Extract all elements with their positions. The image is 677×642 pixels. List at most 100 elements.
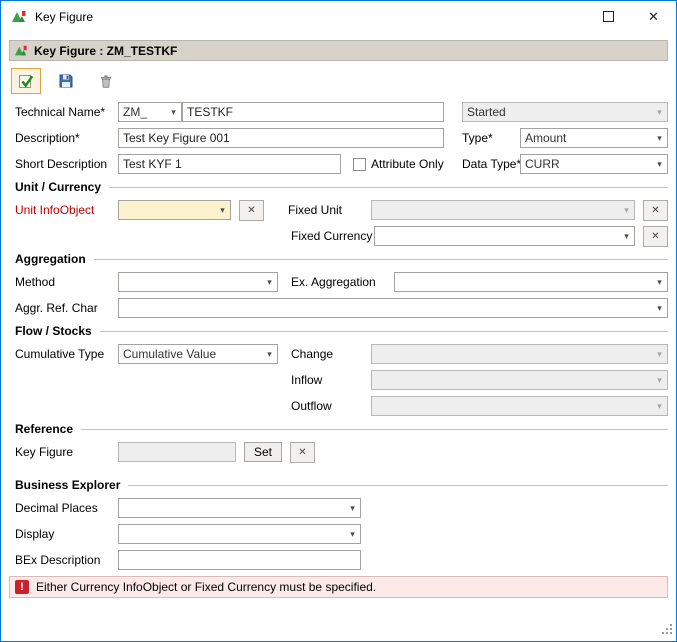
decimal-places-label: Decimal Places [15, 501, 118, 515]
window-title: Key Figure [35, 10, 93, 24]
chevron-down-icon: ▾ [652, 371, 667, 389]
status-dropdown[interactable]: Started ▾ [462, 102, 668, 122]
display-label: Display [15, 527, 118, 541]
chevron-down-icon: ▾ [652, 129, 667, 147]
save-icon [58, 73, 74, 89]
section-flow-stocks-title: Flow / Stocks [15, 324, 92, 338]
bex-description-label: BEx Description [15, 553, 118, 567]
status-value: Started [467, 105, 652, 119]
short-description-label: Short Description [15, 157, 118, 171]
attribute-only-checkbox[interactable] [353, 158, 366, 171]
section-unit-currency-title: Unit / Currency [15, 180, 101, 194]
attribute-only-label: Attribute Only [371, 157, 444, 171]
clear-icon: ✕ [247, 205, 255, 216]
section-aggregation: Aggregation [9, 252, 668, 266]
cumulative-type-dropdown[interactable]: Cumulative Value ▾ [118, 344, 278, 364]
error-icon: ! [15, 580, 29, 594]
chevron-down-icon: ▾ [652, 345, 667, 363]
resize-grip[interactable] [661, 623, 673, 638]
outflow-dropdown[interactable]: ▾ [371, 396, 668, 416]
ex-aggregation-dropdown[interactable]: ▾ [394, 272, 668, 292]
method-row: Method ▾ Ex. Aggregation ▾ [9, 272, 668, 292]
type-dropdown[interactable]: Amount ▾ [520, 128, 668, 148]
inflow-label: Inflow [291, 373, 371, 387]
chevron-down-icon: ▾ [215, 201, 230, 219]
change-dropdown[interactable]: ▾ [371, 344, 668, 364]
inflow-dropdown[interactable]: ▾ [371, 370, 668, 390]
key-figure-input [118, 442, 236, 462]
short-description-input[interactable] [118, 154, 341, 174]
check-icon [18, 73, 35, 90]
aggr-ref-char-dropdown[interactable]: ▾ [118, 298, 668, 318]
section-business-explorer: Business Explorer [9, 478, 668, 492]
toolbar [9, 66, 668, 96]
clear-unit-infoobject-button[interactable]: ✕ [239, 200, 264, 221]
set-button[interactable]: Set [244, 442, 282, 462]
maximize-button[interactable] [586, 1, 631, 32]
error-message-bar: ! Either Currency InfoObject or Fixed Cu… [9, 576, 668, 598]
section-rule [109, 187, 668, 188]
status-group: Started ▾ [462, 102, 668, 122]
clear-icon: ✕ [298, 447, 306, 458]
description-row: Description* Type* Amount ▾ [9, 128, 668, 148]
cumulative-type-value: Cumulative Value [123, 347, 262, 361]
display-dropdown[interactable]: ▾ [118, 524, 361, 544]
chevron-down-icon: ▾ [652, 299, 667, 317]
dialog-content: Key Figure : ZM_TESTKF [1, 40, 676, 598]
method-label: Method [15, 275, 118, 289]
delete-button[interactable] [91, 68, 121, 94]
chevron-down-icon: ▾ [262, 345, 277, 363]
app-icon [11, 9, 27, 25]
outflow-row: Outflow ▾ [9, 396, 668, 416]
section-reference: Reference [9, 422, 668, 436]
data-type-group: Data Type* CURR ▾ [462, 154, 668, 174]
technical-name-input[interactable] [182, 102, 444, 122]
fixed-unit-dropdown[interactable]: ▾ [371, 200, 635, 220]
bex-description-input[interactable] [118, 550, 361, 570]
fixed-currency-row: Fixed Currency ▾ ✕ [9, 226, 668, 246]
key-figure-label: Key Figure [15, 445, 118, 459]
window-controls: ✕ [586, 1, 676, 32]
clear-key-figure-button[interactable]: ✕ [290, 442, 315, 463]
technical-name-prefix-dropdown[interactable]: ZM_ ▾ [118, 102, 182, 122]
chevron-down-icon: ▾ [652, 103, 667, 121]
ex-aggregation-label: Ex. Aggregation [291, 275, 394, 289]
save-button[interactable] [51, 68, 81, 94]
fixed-currency-dropdown[interactable]: ▾ [374, 226, 635, 246]
type-group: Type* Amount ▾ [462, 128, 668, 148]
close-button[interactable]: ✕ [631, 1, 676, 32]
attribute-only-group: Attribute Only [353, 157, 444, 171]
description-input[interactable] [118, 128, 444, 148]
change-label: Change [291, 347, 371, 361]
section-unit-currency: Unit / Currency [9, 180, 668, 194]
trash-icon [98, 73, 114, 89]
clear-fixed-currency-button[interactable]: ✕ [643, 226, 668, 247]
cumulative-type-row: Cumulative Type Cumulative Value ▾ Chang… [9, 344, 668, 364]
type-value: Amount [525, 131, 652, 145]
type-label: Type* [462, 131, 520, 145]
chevron-down-icon: ▾ [619, 201, 634, 219]
clear-fixed-unit-button[interactable]: ✕ [643, 200, 668, 221]
cumulative-type-label: Cumulative Type [15, 347, 118, 361]
data-type-label: Data Type* [462, 157, 520, 171]
method-dropdown[interactable]: ▾ [118, 272, 278, 292]
technical-name-row: Technical Name* ZM_ ▾ Started ▾ [9, 102, 668, 122]
inflow-row: Inflow ▾ [9, 370, 668, 390]
data-type-dropdown[interactable]: CURR ▾ [520, 154, 668, 174]
clear-icon: ✕ [651, 231, 659, 242]
chevron-down-icon: ▾ [345, 499, 360, 517]
key-figure-dialog: Key Figure ✕ Key Figure : ZM_TESTKF [0, 0, 677, 642]
chevron-down-icon: ▾ [652, 397, 667, 415]
chevron-down-icon: ▾ [166, 103, 181, 121]
key-figure-row: Key Figure Set ✕ [9, 442, 668, 462]
unit-infoobject-dropdown[interactable]: ▾ [118, 200, 231, 220]
error-message-text: Either Currency InfoObject or Fixed Curr… [36, 580, 376, 594]
fixed-unit-label: Fixed Unit [288, 203, 371, 217]
decimal-places-dropdown[interactable]: ▾ [118, 498, 361, 518]
section-rule [81, 429, 668, 430]
section-flow-stocks: Flow / Stocks [9, 324, 668, 338]
bex-description-row: BEx Description [9, 550, 668, 570]
chevron-down-icon: ▾ [652, 273, 667, 291]
activate-button[interactable] [11, 68, 41, 94]
clear-icon: ✕ [651, 205, 659, 216]
